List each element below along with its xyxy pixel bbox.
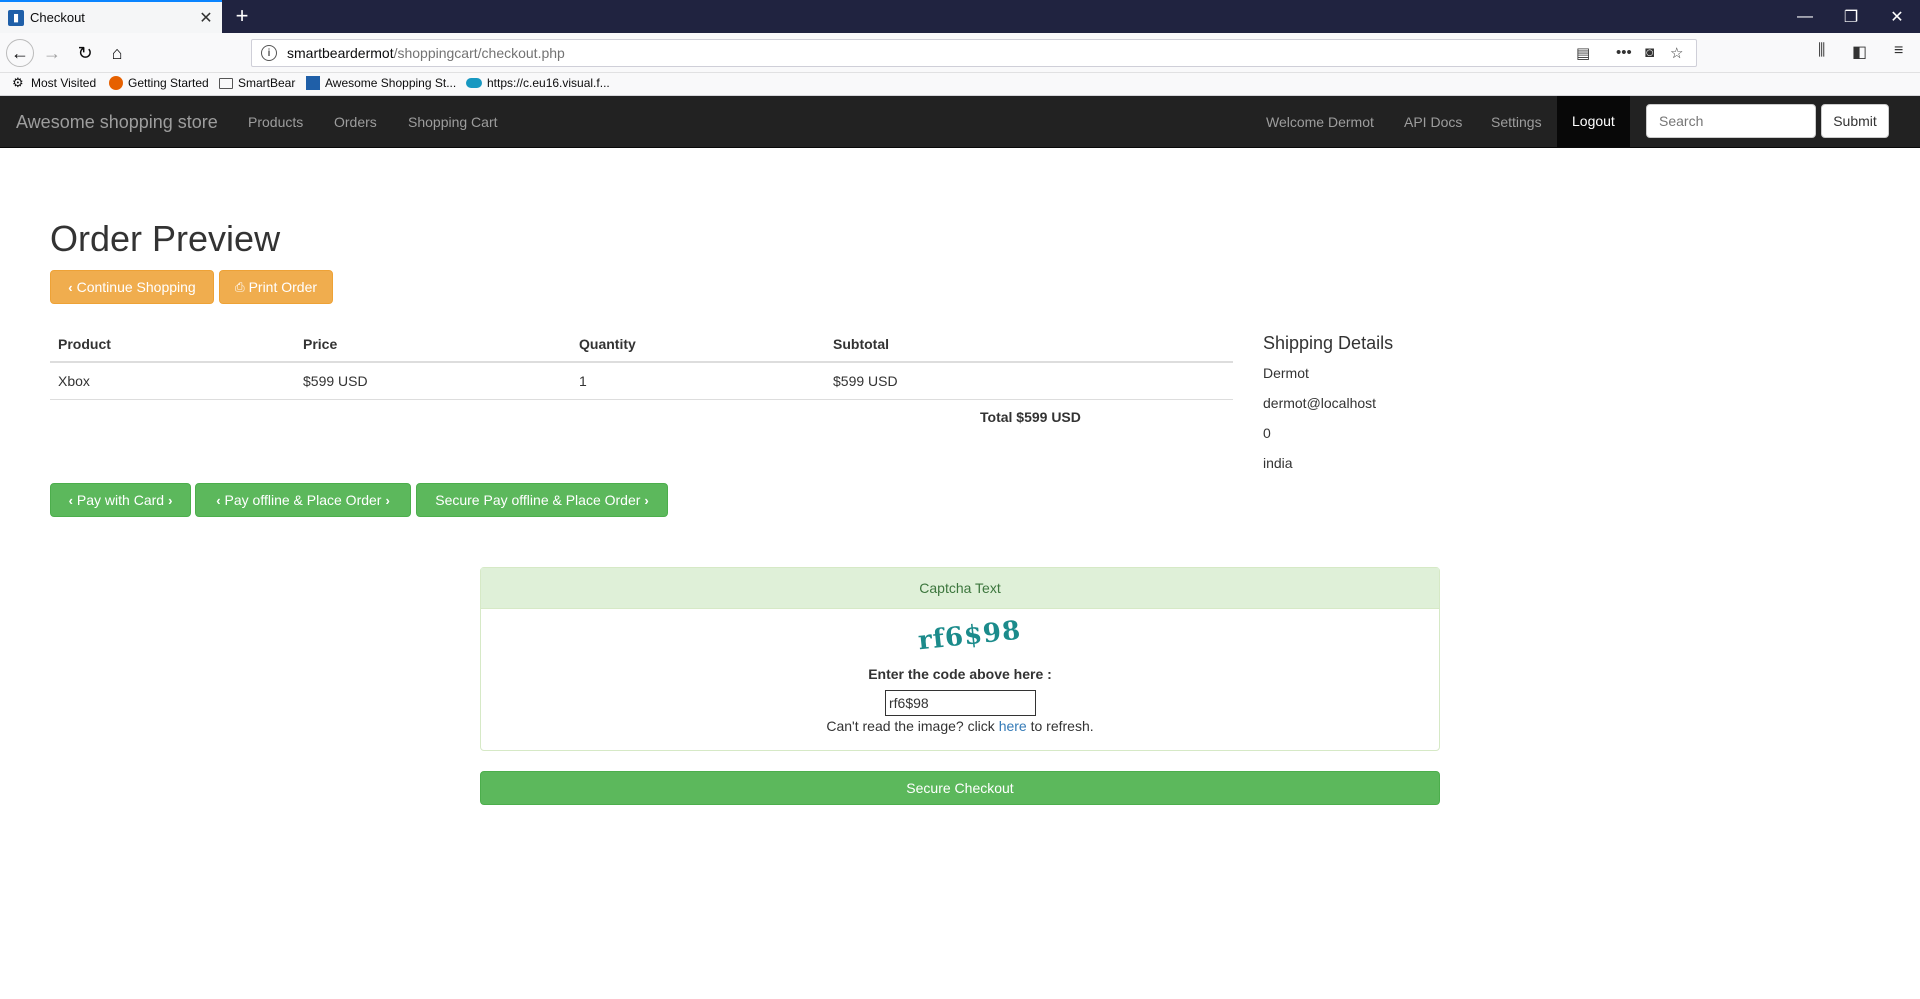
restore-icon[interactable]: ❐ [1828,0,1874,33]
bookmark-label: SmartBear [238,76,296,90]
secure-checkout-button[interactable]: Secure Checkout [480,771,1440,805]
subtotal-cell: $599 USD [825,361,1233,399]
button-label: Secure Pay offline & Place Order [435,492,641,508]
sidebar-icon[interactable]: ◧ [1852,42,1867,62]
bookmark-salesforce[interactable]: https://c.eu16.visual.f... [466,76,610,90]
url-path: /shoppingcart/checkout.php [393,45,565,61]
captcha-refresh-text: Can't read the image? click here to refr… [481,718,1439,734]
nav-api-docs[interactable]: API Docs [1404,114,1462,130]
captcha-input[interactable] [885,690,1036,716]
order-total: Total $599 USD [980,409,1081,425]
site-brand[interactable]: Awesome shopping store [16,112,218,133]
nav-products[interactable]: Products [248,114,303,130]
continue-shopping-button[interactable]: ‹ Continue Shopping [50,270,214,304]
shipping-email: dermot@localhost [1263,395,1377,411]
shipping-name: Dermot [1263,365,1309,381]
print-order-button[interactable]: ⎙ Print Order [219,270,333,304]
captcha-panel: Captcha Text rf6$98 Enter the code above… [480,567,1440,751]
bookmark-star-icon[interactable]: ☆ [1670,44,1683,62]
bookmark-getting-started[interactable]: Getting Started [109,76,209,90]
column-header: Product [50,326,295,363]
close-tab-icon[interactable]: ✕ [198,8,214,28]
bookmark-label: Most Visited [31,76,97,90]
quantity-cell: 1 [571,361,825,399]
new-tab-icon[interactable]: + [230,4,254,28]
button-label: Pay offline & Place Order [224,492,382,508]
folder-icon [219,77,233,89]
nav-orders[interactable]: Orders [334,114,377,130]
bookmarks-bar: ⚙ Most Visited Getting Started SmartBear… [0,73,1920,96]
bookmark-most-visited[interactable]: ⚙ Most Visited [12,75,97,91]
bookmark-awesome-shopping[interactable]: Awesome Shopping St... [306,76,456,90]
home-icon[interactable]: ⌂ [103,39,131,67]
nav-shopping-cart[interactable]: Shopping Cart [408,114,498,130]
bookmark-label: https://c.eu16.visual.f... [487,76,610,90]
table-header-row: Product Price Quantity Subtotal [50,326,1233,363]
chevron-right-icon: › [168,492,173,508]
pay-with-card-button[interactable]: ‹ Pay with Card › [50,483,191,517]
page-actions-icon[interactable]: ••• [1616,44,1632,61]
chevron-left-icon: ‹ [68,492,73,508]
bookmark-smartbear[interactable]: SmartBear [219,76,295,90]
minimize-icon[interactable]: — [1782,0,1828,33]
tab-title: Checkout [30,10,85,25]
reload-icon[interactable]: ↻ [71,39,99,67]
url-bar[interactable]: i smartbeardermot /shoppingcart/checkout… [251,39,1697,67]
button-label: Continue Shopping [76,279,196,295]
column-header: Quantity [571,326,825,363]
print-icon: ⎙ [234,279,245,294]
nav-settings[interactable]: Settings [1491,114,1542,130]
back-icon[interactable]: ← [6,39,34,67]
menu-icon[interactable]: ≡ [1894,42,1903,60]
chevron-left-icon: ‹ [68,279,73,295]
nav-logout[interactable]: Logout [1557,96,1630,147]
column-header: Subtotal [825,326,1233,363]
browser-tab-active[interactable]: ▮ Checkout ✕ [0,0,222,33]
url-host: smartbeardermot [287,45,394,61]
search-submit-button[interactable]: Submit [1821,104,1889,138]
site-navbar: Awesome shopping store Products Orders S… [0,96,1920,148]
pay-offline-button[interactable]: ‹ Pay offline & Place Order › [195,483,411,517]
forward-icon[interactable]: → [38,39,66,67]
page-title: Order Preview [50,218,281,259]
table-row: Xbox $599 USD 1 $599 USD [50,361,1233,399]
chevron-right-icon: › [385,492,390,508]
refresh-prefix: Can't read the image? click [826,718,999,734]
secure-pay-offline-button[interactable]: Secure Pay offline & Place Order › [416,483,668,517]
table-row [50,398,1233,400]
browser-titlebar: ▮ Checkout ✕ + — ❐ ✕ [0,0,1920,33]
captcha-label: Enter the code above here : [868,666,1052,682]
chevron-right-icon: › [644,492,649,508]
site-favicon-icon: ▮ [8,9,24,26]
button-label: Pay with Card [76,492,165,508]
firefox-icon [109,76,123,90]
cart-table: Product Price Quantity Subtotal Xbox $59… [50,326,1233,400]
captcha-refresh-link[interactable]: here [999,718,1027,734]
site-info-icon[interactable]: i [261,45,277,61]
shipping-title: Shipping Details [1263,333,1394,353]
pocket-icon[interactable]: ◙ [1645,44,1654,61]
button-label: Print Order [248,279,318,295]
reader-view-icon[interactable]: ▤ [1576,44,1590,62]
library-icon[interactable]: ⫼ [1818,42,1825,60]
price-cell: $599 USD [295,361,571,399]
captcha-image: rf6$98 [916,615,1023,657]
column-header: Price [295,326,571,363]
shipping-country: india [1263,455,1293,471]
shipping-phone: 0 [1263,425,1271,441]
site-favicon-icon [306,76,320,90]
bookmark-label: Getting Started [128,76,209,90]
nav-welcome[interactable]: Welcome Dermot [1266,114,1374,130]
close-window-icon[interactable]: ✕ [1874,0,1920,33]
search-input[interactable] [1646,104,1816,138]
captcha-heading: Captcha Text [481,568,1439,609]
product-cell: Xbox [50,361,295,399]
gear-icon: ⚙ [12,75,24,90]
cloud-icon [466,78,482,88]
bookmark-label: Awesome Shopping St... [325,76,457,90]
refresh-suffix: to refresh. [1026,718,1094,734]
chevron-left-icon: ‹ [216,492,221,508]
browser-toolbar: ← → ↻ ⌂ i smartbeardermot /shoppingcart/… [0,33,1920,73]
